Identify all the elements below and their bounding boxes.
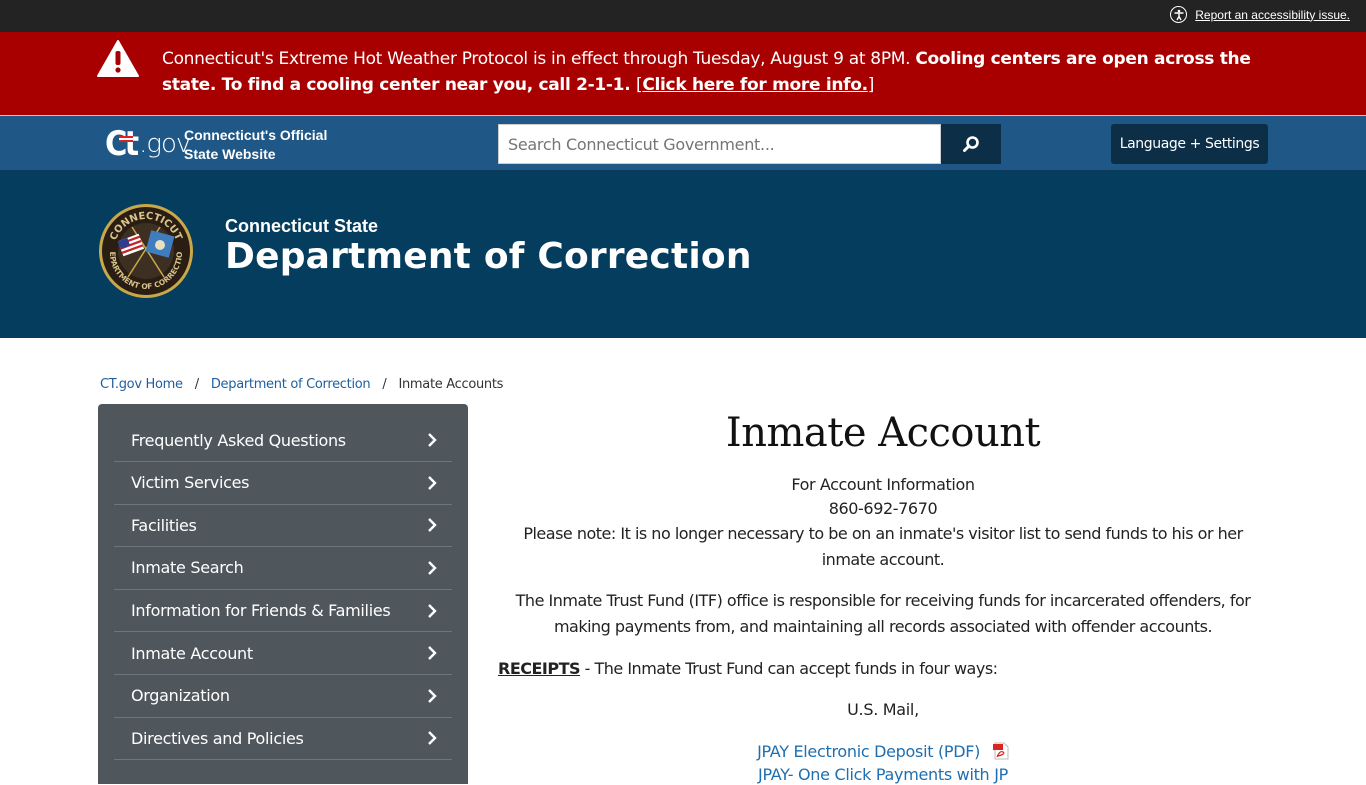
search-form xyxy=(498,124,1001,164)
receipts-label: RECEIPTS xyxy=(498,659,581,678)
tagline-line-1: Connecticut's Official xyxy=(184,127,328,143)
breadcrumb-separator: / xyxy=(194,377,199,392)
logo-gov: .gov xyxy=(139,129,191,159)
chevron-right-icon xyxy=(428,475,437,490)
itf-description: The Inmate Trust Fund (ITF) office is re… xyxy=(515,591,1251,636)
us-mail-text: U.S. Mail, xyxy=(847,700,919,719)
logo-ct: Ct xyxy=(105,124,139,164)
chevron-right-icon xyxy=(428,518,437,533)
chevron-right-icon xyxy=(428,603,437,618)
sidebar-item-label: Organization xyxy=(131,686,230,706)
report-accessibility-link[interactable]: Report an accessibility issue. xyxy=(1170,6,1350,23)
warning-icon xyxy=(97,40,139,77)
agency-title[interactable]: Department of Correction xyxy=(225,236,752,277)
breadcrumb-separator: / xyxy=(382,377,387,392)
ctgov-tagline: Connecticut's Official State Website xyxy=(184,126,327,164)
agency-banner: CONNECTICUT DEPARTMENT OF CORRECTION Con… xyxy=(0,172,1366,338)
main-content: Inmate Account For Account Information 8… xyxy=(498,405,1268,785)
jpay-deposit-row: JPAY Electronic Deposit (PDF) xyxy=(498,739,1268,765)
agency-subtitle: Connecticut State xyxy=(225,216,379,236)
sidebar-item-label: Information for Friends & Families xyxy=(131,601,391,621)
sidebar-item-faq[interactable]: Frequently Asked Questions xyxy=(114,419,452,462)
search-input[interactable] xyxy=(498,124,941,164)
doc-seal-logo[interactable]: CONNECTICUT DEPARTMENT OF CORRECTION xyxy=(98,203,194,299)
sidebar-item-label: Facilities xyxy=(131,515,197,535)
account-info-label: For Account Information xyxy=(791,475,975,494)
flag-icon xyxy=(119,136,133,142)
alert-banner: Connecticut's Extreme Hot Weather Protoc… xyxy=(0,32,1366,116)
language-settings-button[interactable]: Language + Settings xyxy=(1111,124,1268,164)
sidebar-item-victim-services[interactable]: Victim Services xyxy=(114,462,452,505)
sidebar-item-label: Directives and Policies xyxy=(131,728,304,748)
tagline-line-2: State Website xyxy=(184,146,276,162)
alert-bracket-close: ] xyxy=(867,75,875,95)
chevron-right-icon xyxy=(428,433,437,447)
alert-text-normal: Connecticut's Extreme Hot Weather Protoc… xyxy=(162,49,916,69)
sidebar-item-label: Inmate Search xyxy=(131,558,244,578)
search-icon xyxy=(963,136,979,152)
sidebar-item-friends-families[interactable]: Information for Friends & Families xyxy=(114,590,452,633)
receipts-paragraph: RECEIPTS - The Inmate Trust Fund can acc… xyxy=(498,656,1268,682)
ctgov-header: Ct .gov Connecticut's Official State Web… xyxy=(0,116,1366,172)
accessibility-link-text[interactable]: Report an accessibility issue. xyxy=(1195,8,1350,22)
chevron-right-icon xyxy=(428,646,437,661)
sidebar-item-organization[interactable]: Organization xyxy=(114,675,452,718)
sidebar-item-inmate-search[interactable]: Inmate Search xyxy=(114,547,452,590)
visitor-list-note: Please note: It is no longer necessary t… xyxy=(523,524,1243,569)
breadcrumb: CT.gov Home / Department of Correction /… xyxy=(100,377,503,392)
alert-more-info-link[interactable]: Click here for more info. xyxy=(642,75,868,95)
utility-bar: Report an accessibility issue. xyxy=(0,0,1366,32)
receipts-text: - The Inmate Trust Fund can accept funds… xyxy=(580,659,998,678)
sidebar-item-label: Inmate Account xyxy=(131,643,253,663)
sidebar-item-inmate-account[interactable]: Inmate Account xyxy=(114,632,452,675)
sidebar-item-label: Victim Services xyxy=(131,473,250,493)
alert-message: Connecticut's Extreme Hot Weather Protoc… xyxy=(162,46,1272,98)
chevron-right-icon xyxy=(428,561,437,575)
sidebar-item-label: Frequently Asked Questions xyxy=(131,430,346,450)
sidebar-item-directives-policies[interactable]: Directives and Policies xyxy=(114,718,452,761)
jpay-one-click-row: JPAY- One Click Payments with JP xyxy=(498,765,1268,785)
ctgov-logo[interactable]: Ct .gov xyxy=(105,124,191,164)
jpay-electronic-deposit-link[interactable]: JPAY Electronic Deposit (PDF) xyxy=(757,742,980,761)
chevron-right-icon xyxy=(428,731,437,746)
accessibility-icon xyxy=(1170,6,1188,23)
page-title: Inmate Account xyxy=(725,410,1041,456)
breadcrumb-ctgov-home[interactable]: CT.gov Home xyxy=(100,377,183,392)
account-phone: 860-692-7670 xyxy=(828,499,938,518)
pdf-icon xyxy=(992,742,1009,760)
search-button[interactable] xyxy=(941,124,1001,164)
sidebar-nav: Frequently Asked Questions Victim Servic… xyxy=(98,404,468,784)
sidebar-item-facilities[interactable]: Facilities xyxy=(114,505,452,548)
breadcrumb-current: Inmate Accounts xyxy=(398,377,504,392)
breadcrumb-department-of-correction[interactable]: Department of Correction xyxy=(211,377,371,392)
chevron-right-icon xyxy=(428,688,437,703)
